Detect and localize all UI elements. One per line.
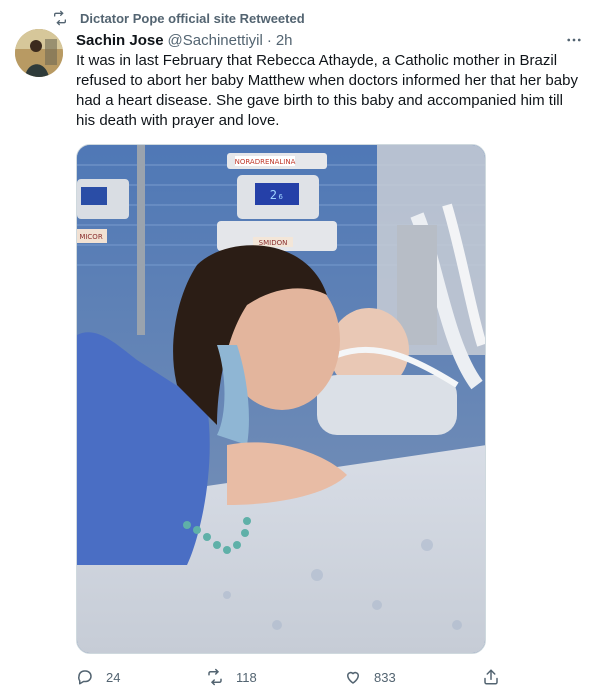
author-handle[interactable]: @Sachinettiyil <box>168 32 263 49</box>
like-count: 833 <box>374 669 396 685</box>
avatar-image <box>15 29 63 77</box>
photo-illustration: 2₆ NORADRENALINA SMIDON MICOR <box>77 145 485 653</box>
retweet-count: 118 <box>236 669 257 685</box>
tweet-actions: 24 118 833 <box>76 666 506 688</box>
author-display-name[interactable]: Sachin Jose <box>76 32 164 49</box>
retweet-icon <box>54 10 66 26</box>
retweet-button[interactable]: 118 <box>206 666 257 688</box>
share-button[interactable] <box>482 666 500 688</box>
avatar[interactable] <box>15 29 63 77</box>
retweet-icon <box>208 668 222 686</box>
reply-count: 24 <box>106 669 121 685</box>
heart-icon <box>347 671 359 684</box>
tweet-text: It was in last February that Rebecca Ath… <box>76 52 578 129</box>
tweet-header: Sachin Jose @Sachinettiyil · 2h <box>76 30 582 50</box>
svg-text:2₆: 2₆ <box>270 188 284 202</box>
retweet-banner-text[interactable]: Dictator Pope official site Retweeted <box>80 11 305 26</box>
reply-icon <box>78 670 92 685</box>
more-icon <box>567 38 581 42</box>
svg-text:NORADRENALINA: NORADRENALINA <box>235 158 296 166</box>
reply-button[interactable]: 24 <box>76 666 120 688</box>
share-icon <box>484 669 498 685</box>
tweet-photo[interactable]: 2₆ NORADRENALINA SMIDON MICOR <box>76 144 486 654</box>
like-button[interactable]: 833 <box>344 666 396 688</box>
tweet[interactable]: Dictator Pope official site Retweeted Sa… <box>0 0 598 698</box>
tweet-timestamp[interactable]: 2h <box>276 32 293 49</box>
svg-text:SMIDON: SMIDON <box>259 239 288 247</box>
svg-text:MICOR: MICOR <box>79 233 103 241</box>
separator-dot: · <box>266 31 272 49</box>
more-options-button[interactable] <box>564 30 584 50</box>
retweet-banner[interactable]: Dictator Pope official site Retweeted <box>52 9 305 27</box>
